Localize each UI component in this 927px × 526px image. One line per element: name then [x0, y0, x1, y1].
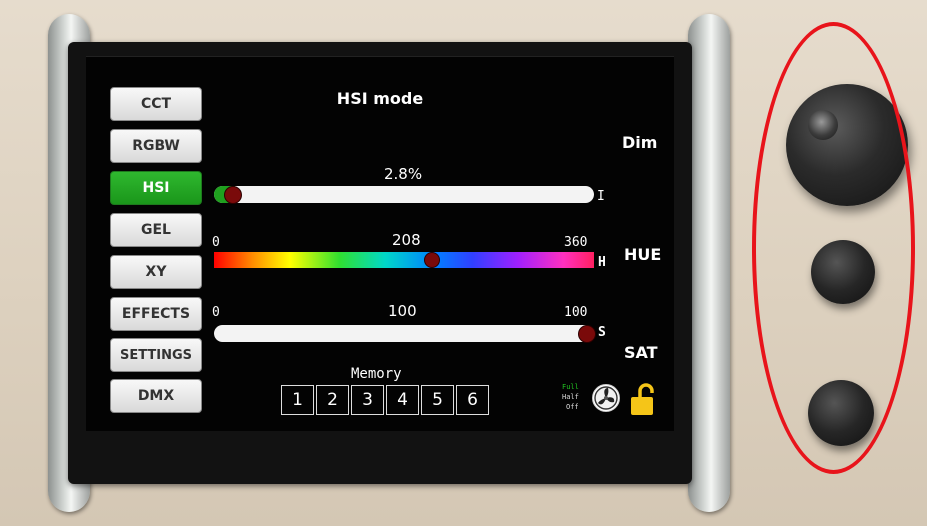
- memory-label: Memory: [351, 366, 402, 382]
- sidebar-item-rgbw[interactable]: RGBW: [110, 129, 202, 163]
- sidebar-item-label: EFFECTS: [121, 306, 191, 322]
- sidebar-item-dmx[interactable]: DMX: [110, 379, 202, 413]
- sidebar-item-label: SETTINGS: [119, 347, 193, 363]
- fan-icon[interactable]: [591, 383, 621, 413]
- hue-side-label: HUE: [624, 245, 662, 264]
- dim-slider[interactable]: [214, 186, 594, 203]
- sat-slider-handle[interactable]: [578, 325, 596, 343]
- sidebar-item-hsi[interactable]: HSI: [110, 171, 202, 205]
- sidebar-item-effects[interactable]: EFFECTS: [110, 297, 202, 331]
- sat-max-label: 100: [564, 305, 588, 320]
- sidebar-item-xy[interactable]: XY: [110, 255, 202, 289]
- sat-axis-label: S: [598, 325, 606, 340]
- hue-axis-label: H: [598, 255, 606, 270]
- right-handle: [688, 14, 730, 512]
- fan-full-label: Full: [562, 383, 579, 391]
- memory-slot-6[interactable]: 6: [456, 385, 489, 415]
- memory-slot-4[interactable]: 4: [386, 385, 419, 415]
- memory-slot-5[interactable]: 5: [421, 385, 454, 415]
- sidebar-item-label: XY: [145, 264, 167, 280]
- memory-slot-3[interactable]: 3: [351, 385, 384, 415]
- dim-side-label: Dim: [622, 133, 658, 152]
- annotation-circle: [752, 22, 915, 474]
- sidebar-item-label: DMX: [137, 388, 175, 404]
- lcd-screen: CCT RGBW HSI GEL XY EFFECTS SETTINGS DMX…: [86, 56, 674, 431]
- sidebar-item-label: HSI: [142, 180, 170, 196]
- sidebar-item-gel[interactable]: GEL: [110, 213, 202, 247]
- sat-value: 100: [388, 302, 417, 320]
- hue-min-label: 0: [212, 235, 220, 250]
- sidebar-item-settings[interactable]: SETTINGS: [110, 338, 202, 372]
- memory-slot-2[interactable]: 2: [316, 385, 349, 415]
- dim-axis-label: I: [597, 189, 605, 204]
- page-title: HSI mode: [336, 89, 424, 108]
- hue-slider[interactable]: [214, 252, 594, 268]
- hue-max-label: 360: [564, 235, 588, 250]
- sat-min-label: 0: [212, 305, 220, 320]
- memory-slot-1[interactable]: 1: [281, 385, 314, 415]
- sidebar-item-label: RGBW: [132, 138, 180, 154]
- dim-value: 2.8%: [384, 165, 423, 183]
- sidebar-item-label: GEL: [141, 222, 171, 238]
- fan-off-label: Off: [566, 403, 579, 411]
- lock-open-icon[interactable]: [630, 383, 656, 417]
- sat-side-label: SAT: [624, 343, 658, 362]
- hue-value: 208: [392, 231, 421, 249]
- fan-half-label: Half: [562, 393, 579, 401]
- sat-slider[interactable]: [214, 325, 594, 342]
